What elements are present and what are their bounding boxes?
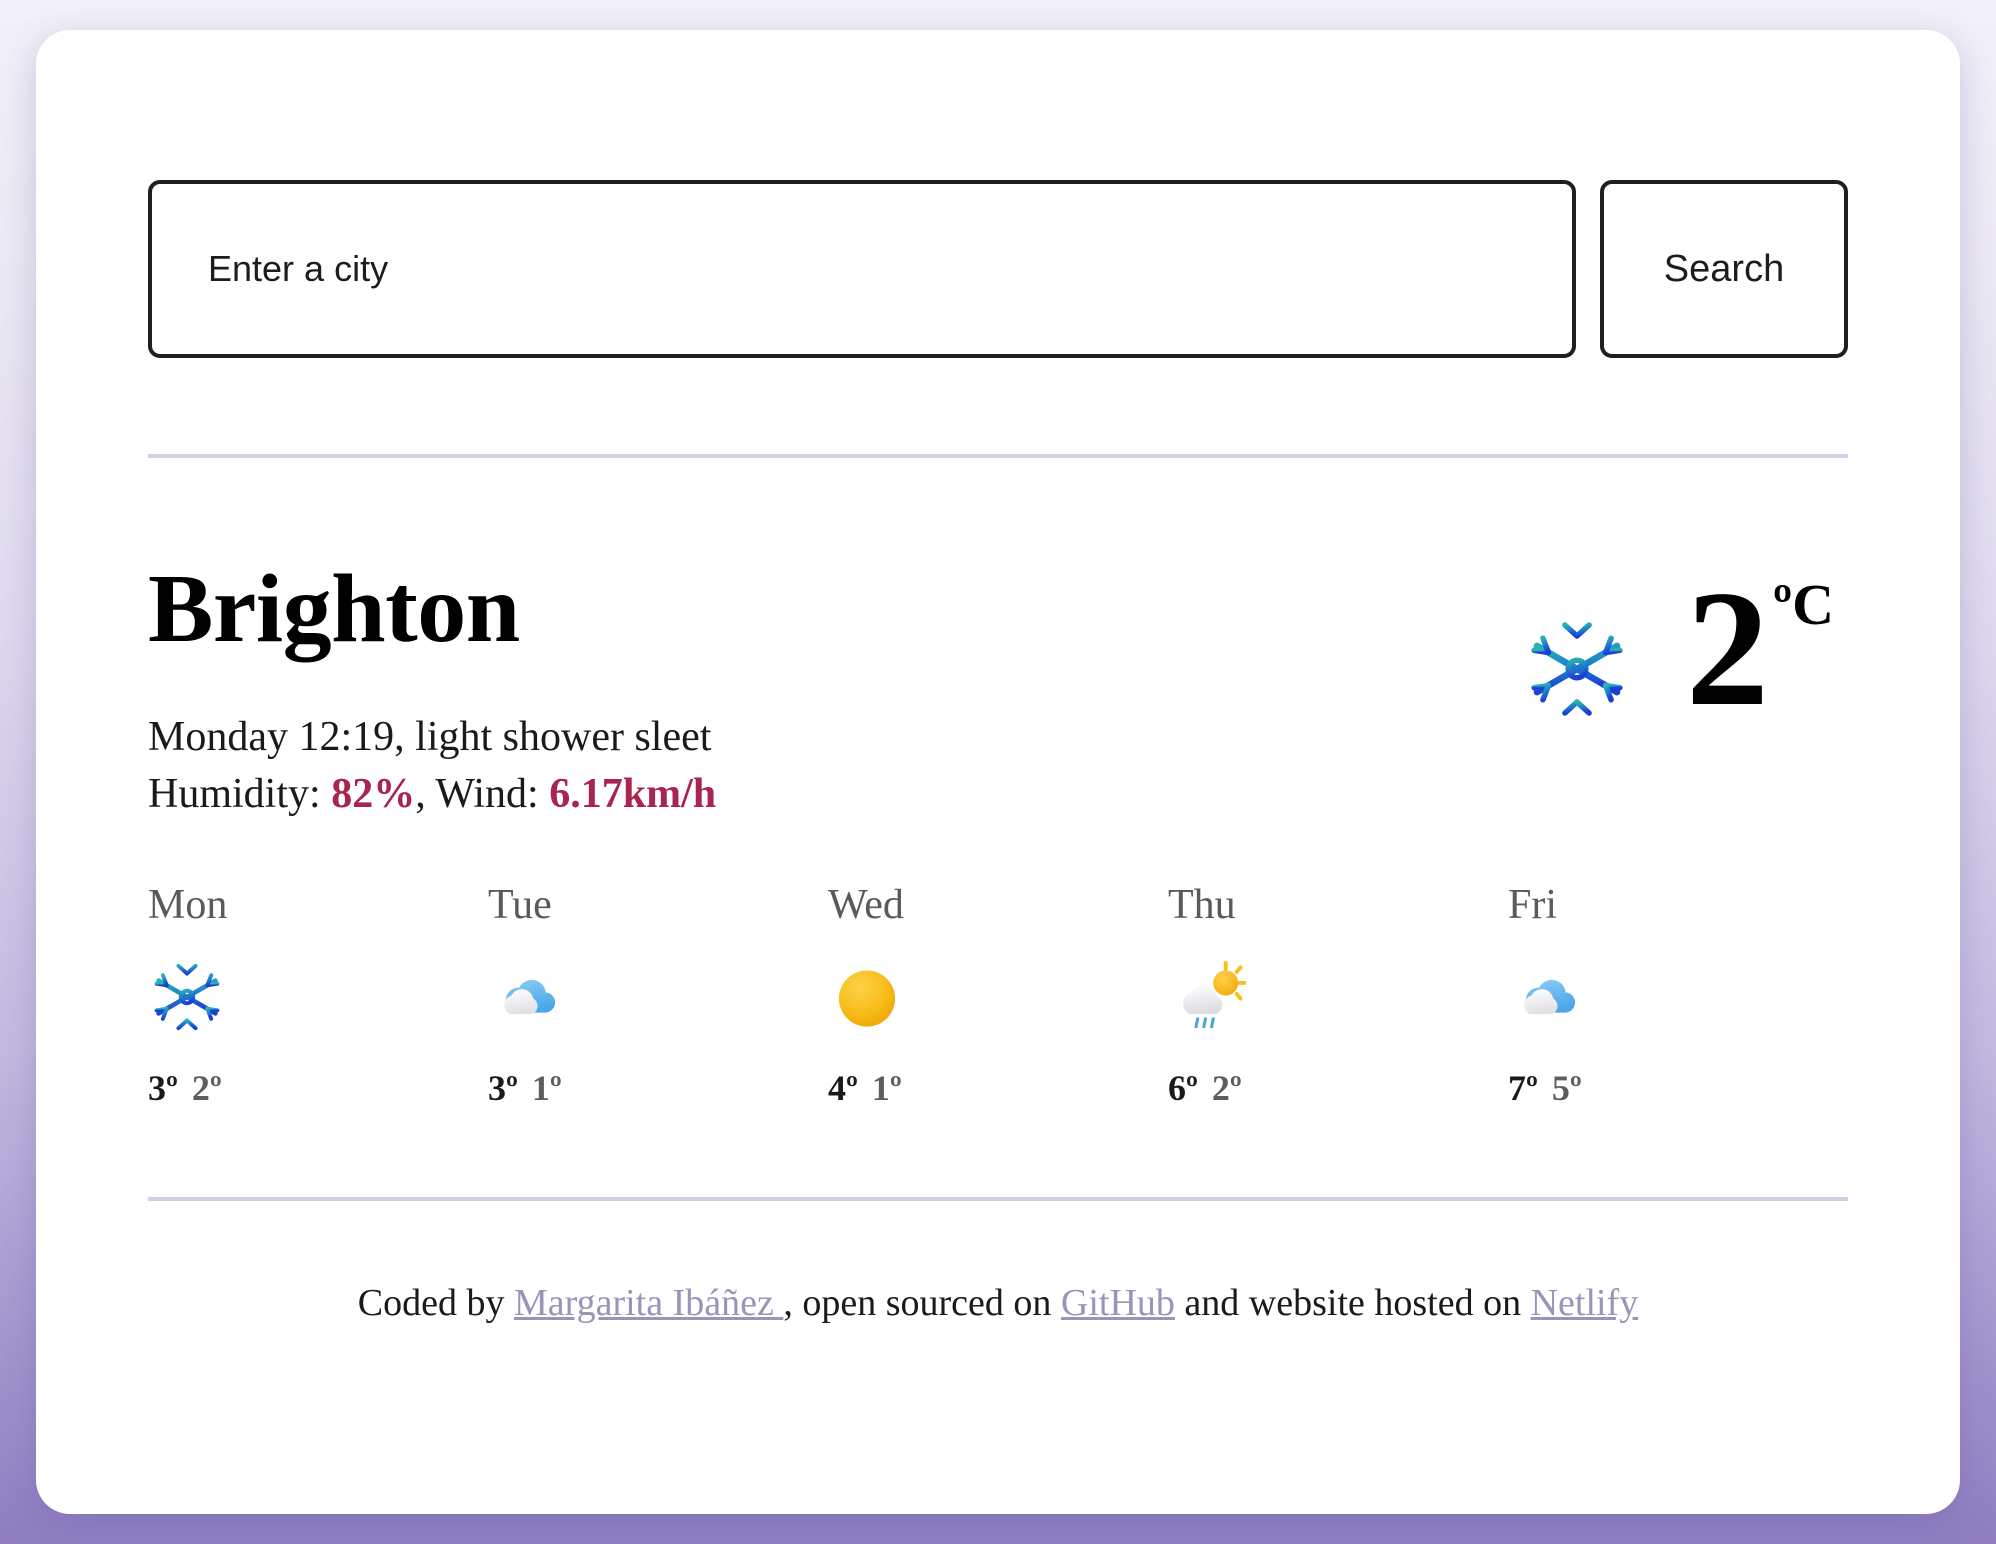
search-form: Search — [148, 180, 1848, 358]
forecast-temps: 3º 1º — [488, 1067, 828, 1109]
forecast-temps: 4º 1º — [828, 1067, 1168, 1109]
divider-bottom — [148, 1197, 1848, 1202]
current-weather-details: Brighton Monday 12:19, light shower slee… — [148, 548, 716, 823]
forecast-temp-min: 2º — [1211, 1068, 1242, 1109]
forecast-temps: 3º 2º — [148, 1067, 488, 1109]
forecast-day-label: Tue — [488, 882, 552, 929]
forecast-temp-min: 2º — [191, 1068, 222, 1109]
forecast-temp-min: 1º — [531, 1068, 562, 1109]
snowflake-icon — [148, 958, 226, 1036]
netlify-link[interactable]: Netlify — [1531, 1282, 1639, 1324]
page-title: Brighton — [148, 555, 520, 663]
current-conditions: Monday 12:19, light shower sleet Humidit… — [148, 709, 716, 823]
forecast-temp-max: 3º — [148, 1068, 178, 1109]
current-temperature-block: 2 ºC — [1522, 548, 1848, 740]
divider-top — [148, 454, 1848, 458]
metrics-line: Humidity: 82%, Wind: 6.17km/h — [148, 766, 716, 823]
footer: Coded by Margarita Ibáñez , open sourced… — [148, 1281, 1848, 1325]
current-weather: Brighton Monday 12:19, light shower slee… — [148, 548, 1848, 823]
forecast-row: Mon 3º 2º Tue 3º 1º Wed 4º 1º Thu 6º 2º … — [148, 881, 1848, 1109]
snowflake-icon — [1522, 614, 1632, 724]
forecast-icon-wrap — [488, 949, 828, 1045]
wind-label: , Wind: — [415, 771, 550, 817]
temperature-unit: ºC — [1772, 572, 1834, 637]
forecast-icon-wrap — [148, 949, 488, 1045]
forecast-temp-max: 7º — [1508, 1068, 1538, 1109]
forecast-day-wed: Wed 4º 1º — [828, 881, 1168, 1109]
forecast-temp-min: 1º — [871, 1068, 902, 1109]
forecast-icon-wrap — [1168, 949, 1508, 1045]
forecast-day-tue: Tue 3º 1º — [488, 881, 828, 1109]
forecast-day-fri: Fri 7º 5º — [1508, 881, 1848, 1109]
search-input[interactable] — [148, 180, 1576, 358]
search-button[interactable]: Search — [1600, 180, 1848, 358]
sun-icon — [828, 958, 906, 1036]
conditions-line: Monday 12:19, light shower sleet — [148, 713, 712, 760]
forecast-day-mon: Mon 3º 2º — [148, 881, 488, 1109]
humidity-label: Humidity: — [148, 771, 332, 817]
temperature-value: 2 — [1685, 556, 1769, 740]
footer-mid-2: and website hosted on — [1174, 1282, 1531, 1325]
forecast-temps: 6º 2º — [1168, 1067, 1508, 1109]
forecast-day-label: Thu — [1168, 882, 1236, 929]
footer-mid-1: , open sourced on — [783, 1282, 1061, 1325]
cloud-icon — [488, 958, 566, 1036]
sun-rain-icon — [1168, 958, 1248, 1036]
cloud-icon — [1508, 958, 1586, 1036]
forecast-day-thu: Thu 6º 2º — [1168, 881, 1508, 1109]
humidity-value: 82% — [331, 771, 416, 817]
weather-card: Search Brighton Monday 12:19, light show… — [36, 30, 1960, 1514]
forecast-temp-max: 6º — [1168, 1068, 1198, 1109]
forecast-day-label: Mon — [148, 882, 228, 929]
footer-prefix: Coded by — [357, 1282, 514, 1325]
forecast-temp-max: 4º — [828, 1068, 858, 1109]
current-temperature: 2 ºC — [1685, 556, 1834, 740]
forecast-temps: 7º 5º — [1508, 1067, 1848, 1109]
forecast-icon-wrap — [1508, 949, 1848, 1045]
forecast-temp-min: 5º — [1551, 1068, 1582, 1109]
forecast-day-label: Fri — [1508, 882, 1558, 929]
forecast-day-label: Wed — [828, 882, 904, 929]
wind-value: 6.17km/h — [549, 771, 717, 817]
author-link[interactable]: Margarita Ibáñez — [514, 1282, 783, 1324]
forecast-icon-wrap — [828, 949, 1168, 1045]
github-link[interactable]: GitHub — [1061, 1282, 1175, 1324]
forecast-temp-max: 3º — [488, 1068, 518, 1109]
